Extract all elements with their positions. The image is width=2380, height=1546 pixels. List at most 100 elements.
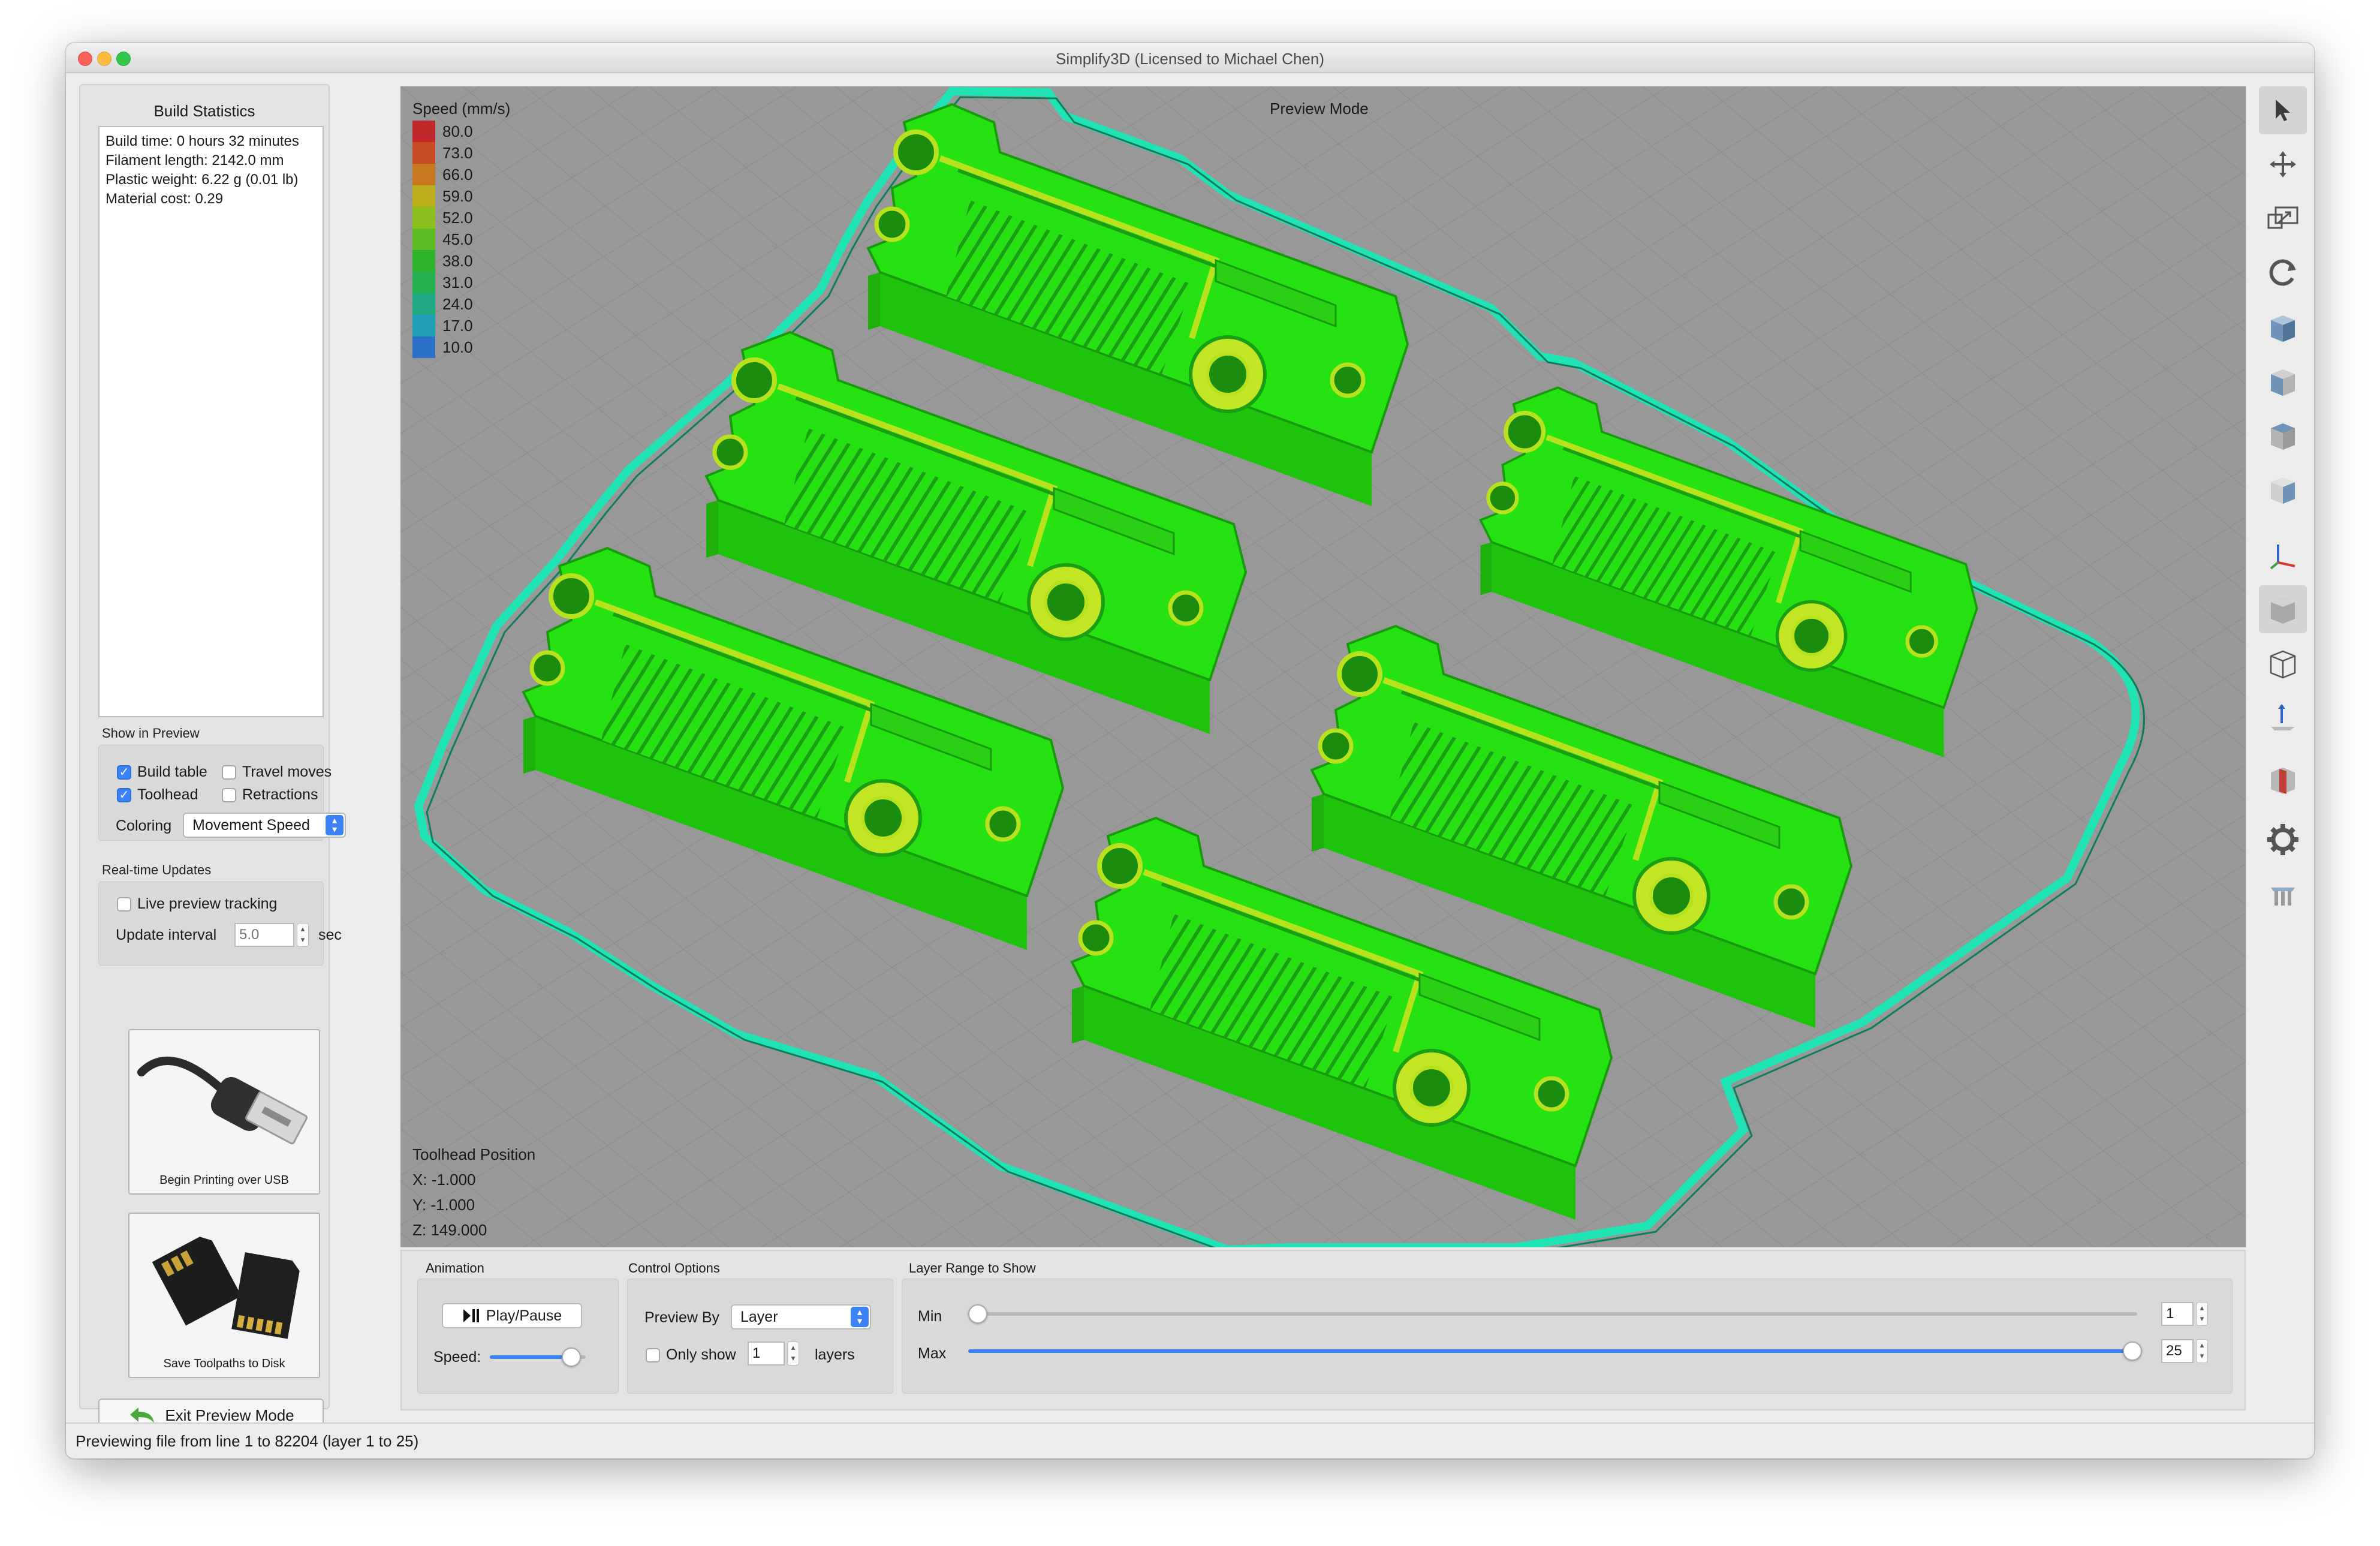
only-show-label: Only show [666,1346,736,1363]
bed-icon[interactable] [2259,872,2307,920]
toolhead-z: Z: 149.000 [412,1221,487,1239]
only-show-checkbox[interactable]: Only show [646,1346,736,1364]
legend-row: 31.0 [412,272,510,293]
checkbox-box [646,1348,660,1362]
animation-group: Play/Pause Speed: [417,1279,619,1394]
legend-value: 45.0 [442,230,473,248]
play-pause-button[interactable]: Play/Pause [442,1303,582,1328]
legend-value: 80.0 [442,122,473,140]
slider-thumb[interactable] [2123,1342,2142,1361]
legend-row: 38.0 [412,250,510,272]
max-layer-slider[interactable] [968,1339,2143,1363]
rotate-icon[interactable] [2259,248,2307,296]
left-panel: Build Statistics Build time: 0 hours 32 … [79,84,346,1432]
view-top-icon[interactable] [2259,411,2307,459]
gear-icon[interactable] [2259,816,2307,864]
checkmark-icon: ✓ [117,787,131,802]
legend-row: 52.0 [412,207,510,228]
toolhead-y: Y: -1.000 [412,1196,475,1214]
speed-label: Speed: [433,1349,481,1365]
update-interval-stepper[interactable]: ▴ ▾ [297,923,309,947]
preview-scene [400,86,2246,1247]
checkbox-box [222,787,236,802]
max-layer-label: Max [918,1345,947,1362]
max-layer-input[interactable]: 25 [2161,1339,2194,1363]
min-layer-label: Min [918,1308,942,1325]
build-statistics-box: Build time: 0 hours 32 minutes Filament … [98,126,324,717]
legend-row: 73.0 [412,142,510,164]
legend-swatch [412,207,435,228]
view-front-icon[interactable] [2259,357,2307,405]
only-show-layers-input[interactable]: 1 [748,1342,785,1365]
exit-preview-label: Exit Preview Mode [165,1406,294,1424]
legend-swatch [412,315,435,336]
solid-cube-icon[interactable] [2259,585,2307,633]
sd-card-icon [152,1237,300,1339]
slider-fill [490,1355,571,1359]
print-over-usb-button[interactable]: Begin Printing over USB [128,1029,320,1195]
view-iso-icon[interactable] [2259,303,2307,351]
min-layer-slider[interactable] [968,1302,2143,1326]
toolhead-x: X: -1.000 [412,1171,476,1189]
legend-row: 59.0 [412,185,510,207]
travel-moves-checkbox[interactable]: Travel moves [222,763,332,781]
move-icon[interactable] [2259,140,2307,188]
only-show-layers-stepper[interactable]: ▴ ▾ [787,1342,799,1365]
legend-swatch [412,250,435,272]
toolhead-label: Toolhead [137,786,198,803]
coloring-select[interactable]: Movement Speed ▴ ▾ [183,813,346,838]
slider-thumb[interactable] [562,1348,581,1367]
layers-label: layers [815,1346,855,1363]
realtime-updates-heading: Real-time Updates [102,862,212,877]
min-layer-stepper[interactable]: ▴ ▾ [2196,1302,2208,1326]
print-over-usb-label: Begin Printing over USB [159,1174,289,1187]
axes-icon[interactable] [2259,531,2307,579]
select-icon[interactable] [2259,86,2307,134]
legend-row: 66.0 [412,164,510,185]
toolhead-checkbox[interactable]: ✓ Toolhead [117,786,198,804]
build-statistics-heading: Build Statistics [153,102,255,120]
legend-row: 10.0 [412,336,510,358]
chevron-updown-icon: ▴ ▾ [851,1307,869,1327]
update-interval-unit: sec [318,927,342,943]
live-preview-tracking-checkbox[interactable]: Live preview tracking [117,895,277,913]
min-layer-input[interactable]: 1 [2161,1302,2194,1326]
legend-swatch [412,164,435,185]
speed-legend: Speed (mm/s) 80.0 73.0 66.0 59.0 52.0 45… [412,100,510,358]
save-toolpaths-button[interactable]: Save Toolpaths to Disk [128,1213,320,1378]
show-axis-icon[interactable] [2259,693,2307,741]
realtime-updates-group: Live preview tracking Update interval ▴▾… [98,882,342,966]
right-toolbar [2254,78,2312,1025]
slider-track [974,1312,2137,1316]
legend-value: 52.0 [442,208,473,227]
coloring-value: Movement Speed [192,817,310,834]
stat-plastic-weight: Plastic weight: 6.22 g (0.01 lb) [106,172,299,188]
stat-filament-length: Filament length: 2142.0 mm [106,152,284,169]
legend-value: 24.0 [442,294,473,313]
preview-by-select[interactable]: Layer ▴ ▾ [731,1304,871,1330]
speed-slider[interactable] [490,1345,589,1369]
slider-fill [968,1349,2131,1353]
show-in-preview-heading: Show in Preview [102,726,200,741]
max-layer-stepper[interactable]: ▴ ▾ [2196,1339,2208,1363]
view-side-icon[interactable] [2259,465,2307,513]
slider-thumb[interactable] [968,1304,987,1324]
legend-swatch [412,293,435,315]
legend-swatch [412,228,435,250]
stat-material-cost: Material cost: 0.29 [106,191,224,207]
cross-section-icon[interactable] [2259,756,2307,804]
build-table-checkbox[interactable]: ✓ Build table [117,763,207,781]
layer-range-group: Min 1 ▴ ▾ Max 25 ▴ ▾ [902,1279,2233,1394]
scale-icon[interactable] [2259,194,2307,242]
window-title: Simplify3D (Licensed to Michael Chen) [1056,50,1324,68]
checkbox-box [117,897,131,912]
legend-title: Speed (mm/s) [412,100,511,118]
coloring-label: Coloring [116,817,172,834]
update-interval-input[interactable] [234,923,294,947]
retractions-checkbox[interactable]: Retractions [222,786,318,804]
legend-swatch [412,336,435,358]
legend-swatch [412,121,435,142]
wireframe-cube-icon[interactable] [2259,639,2307,687]
show-in-preview-group: ✓ Build table Travel moves ✓ Toolhead Re… [98,745,346,841]
3d-viewport[interactable]: Speed (mm/s) 80.0 73.0 66.0 59.0 52.0 45… [400,86,2246,1247]
